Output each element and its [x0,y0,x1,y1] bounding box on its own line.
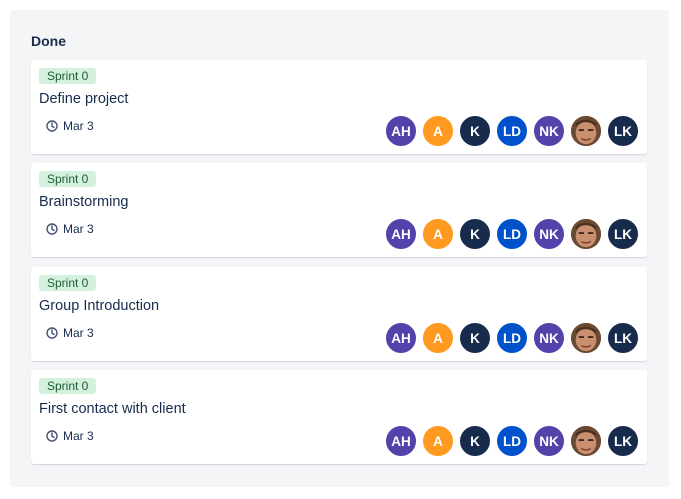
due-date-text: Mar 3 [63,429,94,443]
issue-card[interactable]: Sprint 0 Define project Mar 3 AH A K LD NK LK [31,60,647,154]
sprint-badge: Sprint 0 [39,171,97,187]
assignee-list: AH A K LD NK LK [385,425,639,457]
due-date: Mar 3 [46,221,94,237]
avatar-photo [571,426,601,456]
avatar-initials: A [433,330,443,346]
issue-card[interactable]: Sprint 0 First contact with client Mar 3… [31,370,647,464]
avatar-initials: NK [539,330,559,346]
assignee-avatar[interactable]: K [459,425,491,457]
assignee-list: AH A K LD NK LK [385,322,639,354]
avatar-initials: AH [391,123,411,139]
issue-card[interactable]: Sprint 0 Group Introduction Mar 3 AH A K LD… [31,267,647,361]
avatar-initials: LK [614,433,632,449]
assignee-avatar[interactable] [570,425,602,457]
assignee-avatar[interactable]: A [422,218,454,250]
assignee-avatar[interactable]: K [459,115,491,147]
avatar-initials: LK [614,226,632,242]
avatar-initials: LD [503,226,521,242]
assignee-list: AH A K LD NK LK [385,115,639,147]
due-date: Mar 3 [46,118,94,134]
assignee-avatar[interactable]: LK [607,322,639,354]
avatar-initials: NK [539,433,559,449]
assignee-avatar[interactable]: LD [496,425,528,457]
avatar-photo [571,116,601,146]
card-title: Define project [39,91,129,107]
assignee-avatar[interactable]: A [422,115,454,147]
assignee-avatar[interactable]: K [459,322,491,354]
avatar-photo [571,219,601,249]
card-title: Group Introduction [39,298,160,314]
assignee-avatar[interactable] [570,218,602,250]
assignee-avatar[interactable]: A [422,322,454,354]
avatar-initials: K [470,226,480,242]
sprint-badge: Sprint 0 [39,378,97,394]
sprint-badge: Sprint 0 [39,68,97,84]
avatar-initials: LK [614,330,632,346]
avatar-initials: K [470,433,480,449]
assignee-avatar[interactable]: NK [533,115,565,147]
board-column-done: Done Sprint 0 Define project Mar 3 AH A K L… [10,10,669,487]
avatar-photo [571,323,601,353]
assignee-avatar[interactable]: LD [496,218,528,250]
assignee-avatar[interactable]: LK [607,115,639,147]
avatar-initials: A [433,226,443,242]
avatar-initials: NK [539,226,559,242]
column-title: Done [31,33,66,49]
assignee-avatar[interactable]: AH [385,115,417,147]
due-date: Mar 3 [46,325,94,341]
avatar-initials: LK [614,123,632,139]
assignee-avatar[interactable]: NK [533,322,565,354]
avatar-initials: A [433,123,443,139]
due-date: Mar 3 [46,428,94,444]
clock-icon [46,327,58,339]
sprint-badge: Sprint 0 [39,275,97,291]
assignee-avatar[interactable]: A [422,425,454,457]
assignee-avatar[interactable]: LD [496,322,528,354]
avatar-initials: LD [503,433,521,449]
assignee-avatar[interactable] [570,322,602,354]
assignee-avatar[interactable]: LK [607,218,639,250]
avatar-initials: AH [391,226,411,242]
avatar-initials: A [433,433,443,449]
assignee-avatar[interactable]: AH [385,425,417,457]
card-title: First contact with client [39,401,186,417]
assignee-avatar[interactable]: K [459,218,491,250]
assignee-avatar[interactable]: AH [385,218,417,250]
assignee-avatar[interactable]: AH [385,322,417,354]
due-date-text: Mar 3 [63,119,94,133]
avatar-initials: LD [503,330,521,346]
avatar-initials: AH [391,330,411,346]
issue-card[interactable]: Sprint 0 Brainstorming Mar 3 AH A K LD NK LK [31,163,647,257]
clock-icon [46,223,58,235]
assignee-avatar[interactable]: NK [533,425,565,457]
avatar-initials: NK [539,123,559,139]
assignee-avatar[interactable]: NK [533,218,565,250]
assignee-avatar[interactable] [570,115,602,147]
avatar-initials: AH [391,433,411,449]
assignee-avatar[interactable]: LK [607,425,639,457]
due-date-text: Mar 3 [63,326,94,340]
assignee-avatar[interactable]: LD [496,115,528,147]
due-date-text: Mar 3 [63,222,94,236]
avatar-initials: LD [503,123,521,139]
clock-icon [46,430,58,442]
avatar-initials: K [470,330,480,346]
clock-icon [46,120,58,132]
avatar-initials: K [470,123,480,139]
card-title: Brainstorming [39,194,129,210]
assignee-list: AH A K LD NK LK [385,218,639,250]
